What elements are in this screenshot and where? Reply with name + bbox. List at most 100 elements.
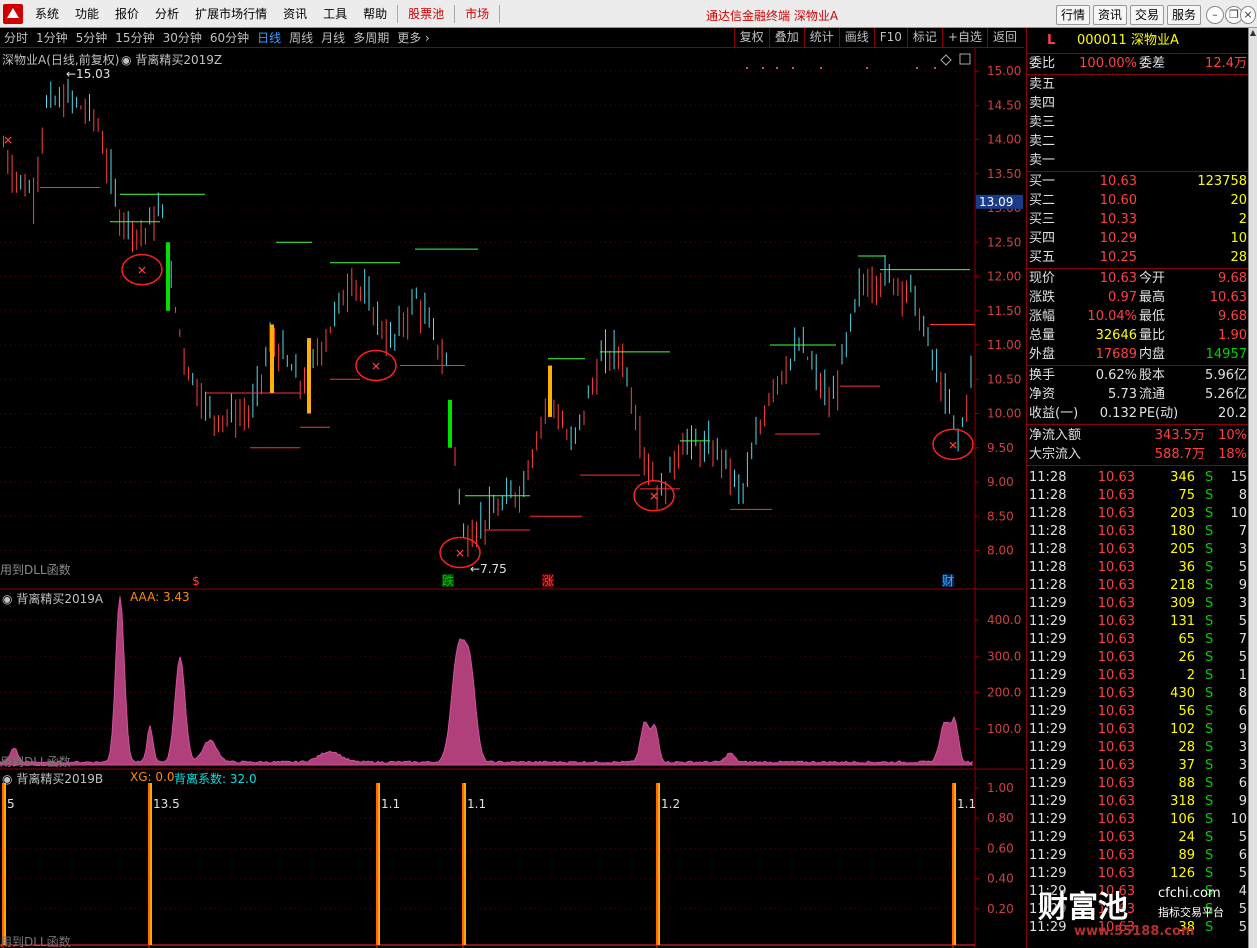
y-tick-label: 13.50 <box>987 167 1021 181</box>
period-tab-daily[interactable]: 日线 <box>253 29 285 46</box>
stat-value: 0.97 <box>1108 290 1137 305</box>
menu-extended-market[interactable]: 扩展市场行情 <box>187 5 275 22</box>
event-dot <box>762 67 764 69</box>
market-flag: L <box>1047 33 1056 48</box>
tick-row: 11:28 10.63 218 S 9 <box>1027 577 1249 595</box>
y-tick-label: 12.00 <box>987 270 1021 284</box>
flow-pct: 10% <box>1218 428 1247 443</box>
event-marker: 涨 <box>542 573 554 588</box>
menu-function[interactable]: 功能 <box>67 5 107 22</box>
tick-count: 5 <box>1238 830 1247 845</box>
tick-time: 11:29 <box>1029 812 1067 827</box>
tool-back-button[interactable]: 返回 <box>986 28 1022 47</box>
quote-header: L 000011 深物业A <box>1027 32 1249 52</box>
tick-count: 6 <box>1238 848 1247 863</box>
stat-label: 流通 <box>1139 387 1166 402</box>
tick-row: 11:29 10.63 26 S 5 <box>1027 649 1249 667</box>
tick-volume: 205 <box>1170 542 1195 557</box>
app-logo-icon <box>3 3 23 24</box>
sell-level-label: 卖三 <box>1029 115 1056 130</box>
minimize-icon[interactable]: – <box>1206 6 1224 24</box>
period-tab[interactable]: 15分钟 <box>111 29 158 46</box>
y-tick-label: 15.00 <box>987 64 1021 78</box>
y-tick-label: 11.50 <box>987 304 1021 318</box>
event-dot <box>820 67 822 69</box>
tick-row: 11:29 10.63 318 S 9 <box>1027 793 1249 811</box>
menu-system[interactable]: 系统 <box>27 5 67 22</box>
buy-level-label: 买二 <box>1029 193 1056 208</box>
menu-stock-pool[interactable]: 股票池 <box>400 5 452 22</box>
kline-chart-area[interactable]: 15.0014.5014.0013.5013.0012.5012.0011.50… <box>0 48 1026 948</box>
tick-count: 8 <box>1238 686 1247 701</box>
settings-circle-icon: ◉ <box>2 592 13 606</box>
stat-value: 17689 <box>1095 347 1137 362</box>
main-chart-indicator[interactable]: ◉ 背离精买2019Z <box>121 51 222 68</box>
tick-row: 11:28 10.63 346 S 15 <box>1027 469 1249 487</box>
sub-chart-b-name[interactable]: ◉ 背离精买2019B <box>2 770 103 787</box>
weibi-label: 委比 <box>1029 56 1056 71</box>
stat-value: 9.68 <box>1218 309 1247 324</box>
tick-price: 10.63 <box>1097 560 1135 575</box>
period-tab[interactable]: 月线 <box>317 29 349 46</box>
buy-price: 10.33 <box>1099 212 1137 227</box>
tick-time: 11:28 <box>1029 506 1067 521</box>
divider <box>1027 424 1249 425</box>
tool-add-watch-button[interactable]: +自选 <box>941 28 987 47</box>
service-button[interactable]: 服务 <box>1167 5 1201 25</box>
tool-stats-button[interactable]: 统计 <box>803 28 839 47</box>
stat-label: 换手 <box>1029 368 1056 383</box>
divider <box>1027 53 1249 54</box>
close-icon[interactable]: × <box>1240 6 1256 24</box>
menu-market[interactable]: 市场 <box>457 5 497 22</box>
tick-volume: 24 <box>1178 830 1195 845</box>
tool-overlay-button[interactable]: 叠加 <box>768 28 804 47</box>
menu-info[interactable]: 资讯 <box>275 5 315 22</box>
period-tab[interactable]: 60分钟 <box>206 29 253 46</box>
sub-chart-a-name[interactable]: ◉ 背离精买2019A <box>2 590 103 607</box>
tick-time: 11:29 <box>1029 722 1067 737</box>
signal-value-label: 1.2 <box>661 797 680 811</box>
period-tab[interactable]: 多周期 <box>349 29 393 46</box>
tick-time: 11:29 <box>1029 704 1067 719</box>
quote-scrollbar[interactable]: ▲ <box>1248 28 1257 948</box>
menu-help[interactable]: 帮助 <box>355 5 395 22</box>
period-tab[interactable]: 5分钟 <box>72 29 112 46</box>
period-tab[interactable]: 分时 <box>0 29 32 46</box>
tick-side: S <box>1205 614 1214 629</box>
tick-count: 5 <box>1238 650 1247 665</box>
tool-draw-button[interactable]: 画线 <box>838 28 874 47</box>
sell-level-row: 卖四 <box>1027 95 1249 113</box>
trade-button[interactable]: 交易 <box>1130 5 1164 25</box>
tool-adjust-button[interactable]: 复权 <box>733 28 769 47</box>
quote-button[interactable]: 行情 <box>1056 5 1090 25</box>
stat-label: PE(动) <box>1139 406 1179 421</box>
stat-value: 5.26亿 <box>1205 387 1247 402</box>
stat2-row: 收益(一) 0.132 PE(动) 20.2 <box>1027 405 1249 423</box>
tool-mark-button[interactable]: 标记 <box>906 28 942 47</box>
menu-tools[interactable]: 工具 <box>315 5 355 22</box>
scroll-up-icon[interactable]: ▲ <box>1249 28 1257 40</box>
period-tab[interactable]: 1分钟 <box>32 29 72 46</box>
buy-price: 10.63 <box>1099 174 1137 189</box>
buy-level-row: 买二 10.60 20 <box>1027 192 1249 210</box>
tick-price: 10.63 <box>1097 722 1135 737</box>
tick-count: 6 <box>1238 704 1247 719</box>
weibi-value: 100.00% <box>1079 56 1137 71</box>
news-button[interactable]: 资讯 <box>1093 5 1127 25</box>
stat-value: 0.132 <box>1099 406 1137 421</box>
tick-row: 11:29 10.63 56 S 6 <box>1027 703 1249 721</box>
menu-analysis[interactable]: 分析 <box>147 5 187 22</box>
period-tab-more[interactable]: 更多 › <box>393 29 434 46</box>
period-tab[interactable]: 周线 <box>285 29 317 46</box>
tick-count: 3 <box>1238 596 1247 611</box>
tick-time: 11:28 <box>1029 470 1067 485</box>
period-tab[interactable]: 30分钟 <box>159 29 206 46</box>
signal-bar <box>448 399 452 448</box>
stat-row: 总量 32646 量比 1.90 <box>1027 327 1249 345</box>
buy-volume: 2 <box>1238 212 1247 227</box>
flow-row: 净流入额 343.5万 10% <box>1027 427 1249 445</box>
tool-f10-button[interactable]: F10 <box>873 28 907 47</box>
tick-volume: 2 <box>1186 668 1195 683</box>
menu-quote[interactable]: 报价 <box>107 5 147 22</box>
tick-row: 11:29 10.63 65 S 7 <box>1027 631 1249 649</box>
